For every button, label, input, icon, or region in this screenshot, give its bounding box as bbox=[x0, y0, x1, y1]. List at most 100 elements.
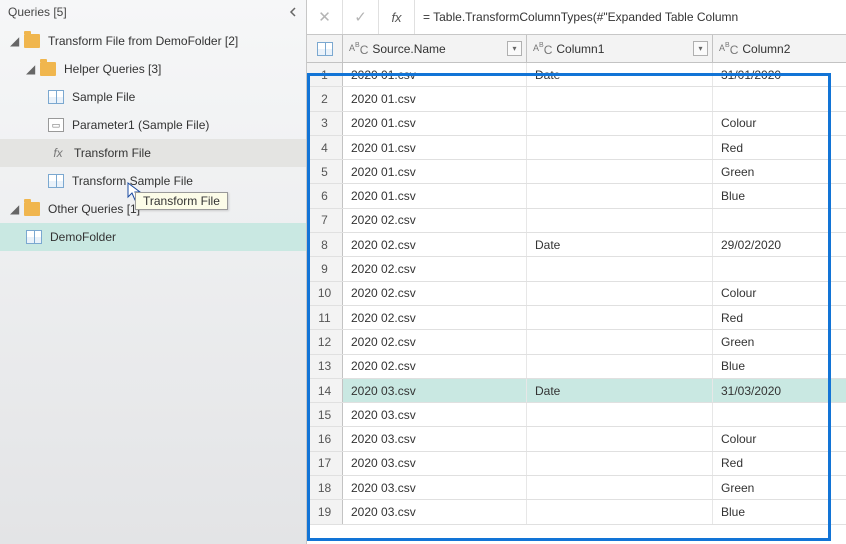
cell-column1[interactable]: Date bbox=[527, 379, 713, 402]
table-row[interactable]: 102020 02.csv Colour bbox=[307, 282, 846, 306]
cell-source-name[interactable]: 2020 01.csv bbox=[343, 63, 527, 86]
row-number[interactable]: 13 bbox=[307, 355, 343, 378]
cell-column1[interactable]: Date bbox=[527, 63, 713, 86]
cell-column2[interactable]: Red bbox=[713, 136, 846, 159]
row-number[interactable]: 7 bbox=[307, 209, 343, 232]
cell-column1[interactable] bbox=[527, 282, 713, 305]
cell-column2[interactable] bbox=[713, 209, 846, 232]
tree-item-transform-file[interactable]: fx Transform File bbox=[0, 139, 306, 167]
tree-item-demofolder[interactable]: DemoFolder bbox=[0, 223, 306, 251]
table-row[interactable]: 132020 02.csv Blue bbox=[307, 355, 846, 379]
cell-column1[interactable] bbox=[527, 209, 713, 232]
cell-source-name[interactable]: 2020 02.csv bbox=[343, 209, 527, 232]
cell-column1[interactable] bbox=[527, 355, 713, 378]
cell-column2[interactable]: Blue bbox=[713, 500, 846, 523]
table-row[interactable]: 62020 01.csv Blue bbox=[307, 184, 846, 208]
column-filter-dropdown-icon[interactable]: ▾ bbox=[507, 41, 522, 56]
cell-column1[interactable] bbox=[527, 160, 713, 183]
cell-source-name[interactable]: 2020 01.csv bbox=[343, 136, 527, 159]
cell-source-name[interactable]: 2020 03.csv bbox=[343, 403, 527, 426]
column-header-source-name[interactable]: ABC Source.Name ▾ bbox=[343, 35, 527, 62]
table-row[interactable]: 22020 01.csv bbox=[307, 87, 846, 111]
cell-column2[interactable]: Red bbox=[713, 452, 846, 475]
formula-fx-button[interactable]: fx bbox=[379, 0, 415, 34]
cell-source-name[interactable]: 2020 02.csv bbox=[343, 282, 527, 305]
column-header-column2[interactable]: ABC Column2 bbox=[713, 35, 846, 62]
cell-source-name[interactable]: 2020 03.csv bbox=[343, 379, 527, 402]
cell-column2[interactable]: Green bbox=[713, 160, 846, 183]
cell-source-name[interactable]: 2020 03.csv bbox=[343, 427, 527, 450]
row-number[interactable]: 12 bbox=[307, 330, 343, 353]
row-number[interactable]: 4 bbox=[307, 136, 343, 159]
row-number[interactable]: 5 bbox=[307, 160, 343, 183]
table-row[interactable]: 152020 03.csv bbox=[307, 403, 846, 427]
cell-source-name[interactable]: 2020 03.csv bbox=[343, 476, 527, 499]
cell-source-name[interactable]: 2020 01.csv bbox=[343, 87, 527, 110]
column-filter-dropdown-icon[interactable]: ▾ bbox=[693, 41, 708, 56]
row-number[interactable]: 8 bbox=[307, 233, 343, 256]
table-row[interactable]: 122020 02.csv Green bbox=[307, 330, 846, 354]
cell-column1[interactable] bbox=[527, 330, 713, 353]
row-number[interactable]: 1 bbox=[307, 63, 343, 86]
row-number[interactable]: 15 bbox=[307, 403, 343, 426]
table-row[interactable]: 82020 02.csvDate29/02/2020 bbox=[307, 233, 846, 257]
cell-column2[interactable]: Colour bbox=[713, 427, 846, 450]
table-row[interactable]: 32020 01.csvColour bbox=[307, 112, 846, 136]
tree-group-transform-file-from-demofolder[interactable]: ◢ Transform File from DemoFolder [2] bbox=[0, 27, 306, 55]
table-row[interactable]: 142020 03.csvDate31/03/2020 bbox=[307, 379, 846, 403]
cell-column2[interactable]: Green bbox=[713, 330, 846, 353]
cell-source-name[interactable]: 2020 02.csv bbox=[343, 306, 527, 329]
row-number[interactable]: 6 bbox=[307, 184, 343, 207]
formula-input[interactable]: = Table.TransformColumnTypes(#"Expanded … bbox=[415, 0, 846, 34]
row-number[interactable]: 16 bbox=[307, 427, 343, 450]
row-number[interactable]: 11 bbox=[307, 306, 343, 329]
cell-source-name[interactable]: 2020 01.csv bbox=[343, 160, 527, 183]
column-header-column1[interactable]: ABC Column1 ▾ bbox=[527, 35, 713, 62]
cell-column2[interactable]: Blue bbox=[713, 184, 846, 207]
row-number[interactable]: 3 bbox=[307, 112, 343, 135]
table-row[interactable]: 182020 03.csvGreen bbox=[307, 476, 846, 500]
cell-column2[interactable] bbox=[713, 87, 846, 110]
cell-column1[interactable] bbox=[527, 184, 713, 207]
table-row[interactable]: 52020 01.csv Green bbox=[307, 160, 846, 184]
cell-column2[interactable]: Red bbox=[713, 306, 846, 329]
cell-column1[interactable]: Date bbox=[527, 233, 713, 256]
table-row[interactable]: 42020 01.csv Red bbox=[307, 136, 846, 160]
table-row[interactable]: 12020 01.csvDate31/01/2020 bbox=[307, 63, 846, 87]
cell-column2[interactable]: Green bbox=[713, 476, 846, 499]
table-row[interactable]: 112020 02.csv Red bbox=[307, 306, 846, 330]
cell-column1[interactable] bbox=[527, 427, 713, 450]
cell-column1[interactable] bbox=[527, 112, 713, 135]
row-number[interactable]: 10 bbox=[307, 282, 343, 305]
tree-group-helper-queries[interactable]: ◢ Helper Queries [3] bbox=[0, 55, 306, 83]
grid-corner[interactable] bbox=[307, 35, 343, 62]
cell-source-name[interactable]: 2020 01.csv bbox=[343, 184, 527, 207]
tree-item-transform-sample-file[interactable]: Transform Sample File bbox=[0, 167, 306, 195]
cell-source-name[interactable]: 2020 02.csv bbox=[343, 355, 527, 378]
cell-column2[interactable]: Blue bbox=[713, 355, 846, 378]
cell-source-name[interactable]: 2020 03.csv bbox=[343, 500, 527, 523]
cell-source-name[interactable]: 2020 02.csv bbox=[343, 330, 527, 353]
cell-column1[interactable] bbox=[527, 257, 713, 280]
formula-cancel-button[interactable]: ✕ bbox=[307, 0, 343, 34]
cell-column1[interactable] bbox=[527, 403, 713, 426]
cell-column2[interactable] bbox=[713, 257, 846, 280]
row-number[interactable]: 14 bbox=[307, 379, 343, 402]
cell-column2[interactable]: Colour bbox=[713, 282, 846, 305]
row-number[interactable]: 9 bbox=[307, 257, 343, 280]
cell-column1[interactable] bbox=[527, 452, 713, 475]
collapse-panel-icon[interactable] bbox=[285, 3, 303, 21]
cell-column2[interactable]: Colour bbox=[713, 112, 846, 135]
cell-column2[interactable] bbox=[713, 403, 846, 426]
cell-source-name[interactable]: 2020 02.csv bbox=[343, 233, 527, 256]
cell-column2[interactable]: 31/03/2020 bbox=[713, 379, 846, 402]
table-row[interactable]: 162020 03.csv Colour bbox=[307, 427, 846, 451]
table-row[interactable]: 92020 02.csv bbox=[307, 257, 846, 281]
cell-source-name[interactable]: 2020 02.csv bbox=[343, 257, 527, 280]
cell-column1[interactable] bbox=[527, 136, 713, 159]
row-number[interactable]: 19 bbox=[307, 500, 343, 523]
row-number[interactable]: 17 bbox=[307, 452, 343, 475]
cell-column2[interactable]: 29/02/2020 bbox=[713, 233, 846, 256]
cell-column1[interactable] bbox=[527, 500, 713, 523]
cell-column2[interactable]: 31/01/2020 bbox=[713, 63, 846, 86]
